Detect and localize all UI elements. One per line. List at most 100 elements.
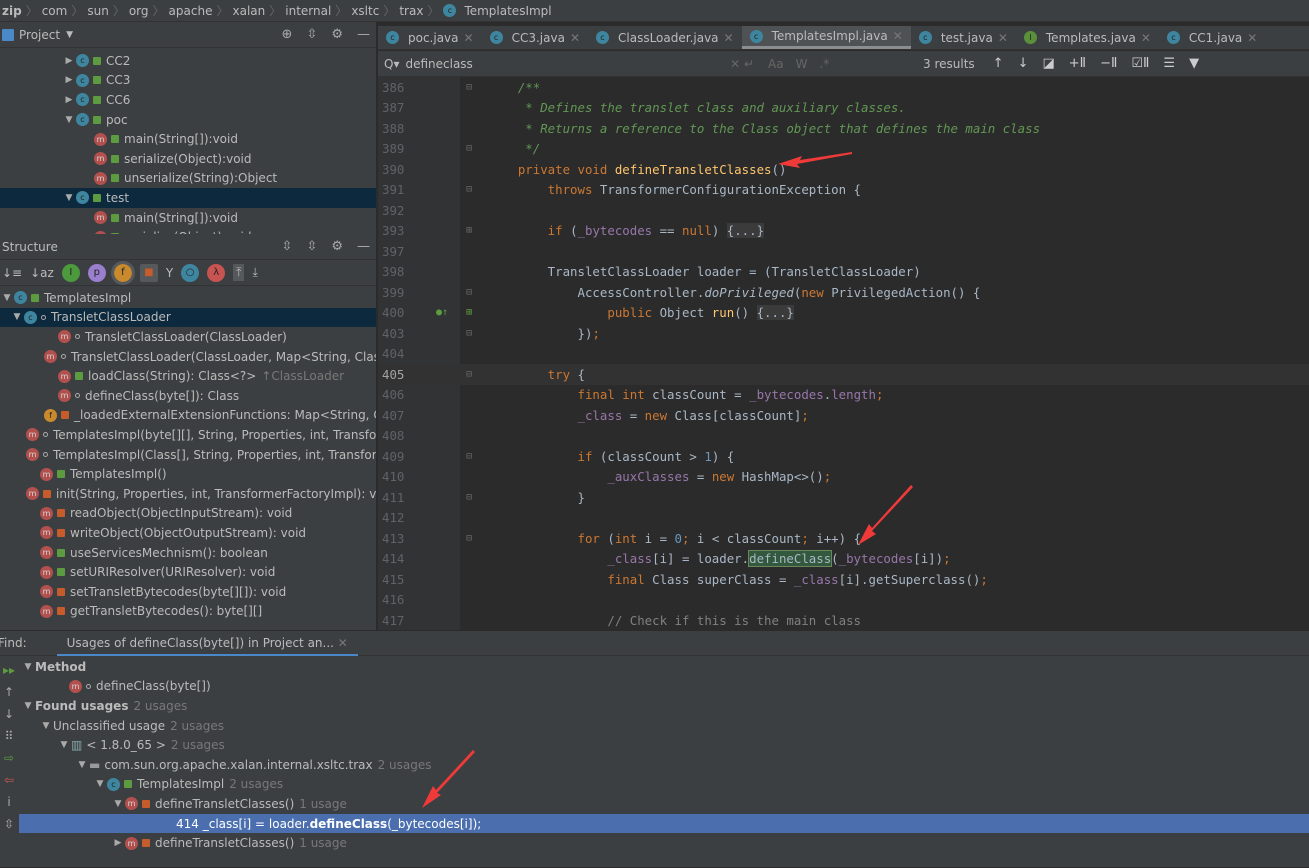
tab-classloader-java[interactable]: c ClassLoader.java ✕ [588, 26, 742, 49]
expand-arrow-icon[interactable]: ▼ [21, 662, 35, 672]
close-icon[interactable]: ✕ [724, 31, 734, 45]
sort-visibility-icon[interactable]: ↓≡ [2, 266, 22, 280]
tab-test-java[interactable]: c test.java ✕ [911, 26, 1016, 49]
tree-item[interactable]: m TemplatesImpl() [0, 464, 376, 484]
expand-icon[interactable]: ⇳ [4, 817, 14, 831]
tree-item[interactable]: m useServicesMechnism(): boolean [0, 543, 376, 563]
tree-item[interactable]: m setURIResolver(URIResolver): void [0, 562, 376, 582]
properties-icon[interactable]: p [87, 263, 106, 282]
find-usages-tab[interactable]: Usages of defineClass(byte[]) in Project… [56, 631, 358, 656]
close-icon[interactable]: ✕ [893, 29, 903, 43]
tree-item[interactable]: ▶ c CC3 [0, 71, 376, 91]
tree-item[interactable]: ▼ m defineTransletClasses() 1 usage [19, 794, 1309, 814]
breadcrumb-item[interactable]: internal [285, 4, 331, 18]
tab-poc-java[interactable]: c poc.java ✕ [378, 26, 482, 49]
tab-templatesimpl-java[interactable]: c TemplatesImpl.java ✕ [741, 26, 911, 49]
tree-item[interactable]: ▼ c TemplatesImpl [0, 288, 376, 308]
breadcrumb-item[interactable]: org [129, 4, 149, 18]
breadcrumb-item[interactable]: zip [2, 4, 22, 18]
tree-item[interactable]: m getTransletBytecodes(): byte[][] [0, 602, 376, 622]
expand-arrow-icon[interactable]: ▼ [10, 312, 24, 322]
match-case-toggle[interactable]: Aa [768, 57, 784, 71]
tree-item[interactable]: m TransletClassLoader(ClassLoader) [0, 327, 376, 347]
tree-item[interactable]: m TransletClassLoader(ClassLoader, Map<St… [0, 347, 376, 367]
words-toggle[interactable]: W [796, 57, 808, 71]
expand-arrow-icon[interactable]: ▼ [0, 293, 14, 303]
code-editor[interactable]: 386 ⊟ /** 387 * Defines the translet clas… [378, 77, 1309, 630]
tree-item[interactable]: ▶ m defineTransletClasses() 1 usage [19, 833, 1309, 853]
minimize-icon[interactable]: — [357, 27, 370, 42]
close-icon[interactable]: ✕ [338, 636, 348, 650]
select-all-occurrences-icon[interactable]: ☑Ⅱ [1131, 56, 1149, 71]
expand-arrow-icon[interactable]: ▼ [111, 799, 125, 809]
lambda-icon[interactable]: λ [207, 263, 226, 282]
group-icon[interactable]: ⠿ [5, 729, 14, 743]
rerun-icon[interactable]: ▸▸ [3, 663, 15, 677]
tree-item[interactable]: ▼ ▬ com.sun.org.apache.xalan.internal.xslt… [19, 755, 1309, 775]
tree-item[interactable]: ▶ c CC2 [0, 51, 376, 71]
collapse-arrow-icon[interactable]: ▶ [111, 838, 125, 848]
non-public-icon[interactable]: ■ [139, 263, 158, 282]
remove-occurrence-icon[interactable]: −Ⅱ [1100, 56, 1117, 71]
tree-item[interactable]: f _loadedExternalExtensionFunctions: Map<… [0, 406, 376, 426]
autoscroll-from-source-icon[interactable]: ⤓ [252, 265, 257, 280]
previous-occurrence-icon[interactable]: ↑ [993, 56, 1004, 71]
breadcrumb-item[interactable]: com [42, 4, 68, 18]
autoscroll-to-source-icon[interactable]: ⤒ [233, 264, 245, 281]
lambdas-icon[interactable]: ○ [181, 263, 200, 282]
next-occurrence-icon[interactable]: ↓ [1018, 56, 1029, 71]
tree-item[interactable]: m setTransletBytecodes(byte[][]): void [0, 582, 376, 602]
close-icon[interactable]: ✕ [1247, 31, 1257, 45]
project-title[interactable]: Project [19, 28, 60, 42]
collapse-arrow-icon[interactable]: ▶ [62, 75, 76, 85]
inherited-icon[interactable]: I [61, 263, 80, 282]
expand-arrow-icon[interactable]: ▼ [62, 193, 76, 203]
collapse-icon[interactable]: ⇳ [306, 27, 317, 42]
expand-arrow-icon[interactable]: ▼ [39, 721, 53, 731]
tree-item[interactable]: m readObject(ObjectInputStream): void [0, 504, 376, 524]
minimize-icon[interactable]: — [357, 239, 370, 254]
tree-item[interactable]: m loadClass(String): Class<?> ↑ClassLoader [0, 366, 376, 386]
tree-item[interactable]: m writeObject(ObjectOutputStream): void [0, 523, 376, 543]
tree-item[interactable]: m defineClass(byte[]) [19, 677, 1309, 697]
tree-item[interactable]: m TemplatesImpl(Class[], String, Properti… [0, 445, 376, 465]
gear-icon[interactable]: ⚙ [331, 27, 343, 42]
close-icon[interactable]: ✕ [464, 31, 474, 45]
tree-item[interactable]: ▼ c poc [0, 110, 376, 130]
anonymous-icon[interactable]: Y [166, 266, 173, 280]
tree-item[interactable]: m init(String, Properties, int, Transform… [0, 484, 376, 504]
expand-all-icon[interactable]: ⇳ [282, 239, 293, 254]
breadcrumb-item[interactable]: xsltc [351, 4, 379, 18]
tree-item[interactable]: m defineClass(byte[]): Class [0, 386, 376, 406]
breadcrumb-item[interactable]: apache [169, 4, 213, 18]
search-input[interactable]: defineclass [405, 57, 472, 71]
tab-templates-java[interactable]: I Templates.java ✕ [1016, 26, 1159, 49]
navigate-icon[interactable]: ⇨ [4, 751, 14, 765]
expand-arrow-icon[interactable]: ▼ [21, 701, 35, 711]
fields-icon[interactable]: f [110, 260, 135, 285]
info-icon[interactable]: i [7, 795, 10, 809]
close-icon[interactable]: ✕ [1141, 31, 1151, 45]
breadcrumb-item[interactable]: trax [399, 4, 423, 18]
close-icon[interactable]: ✕ [570, 31, 580, 45]
locate-icon[interactable]: ⊕ [282, 27, 293, 42]
multiline-icon[interactable]: ☰ [1163, 56, 1175, 71]
filter-icon[interactable]: ▼ [1189, 56, 1199, 71]
tree-item[interactable]: m TemplatesImpl(byte[][], String, Propert… [0, 425, 376, 445]
expand-arrow-icon[interactable]: ▼ [57, 740, 71, 750]
tree-item[interactable]: 414 _class[i] = loader. defineClass (_byte… [19, 813, 1309, 834]
tree-item[interactable]: ▼ ▥ < 1.8.0_65 > 2 usages [19, 735, 1309, 755]
tree-item[interactable]: ▼ c test [0, 188, 376, 208]
gear-icon[interactable]: ⚙ [331, 239, 343, 254]
folded-code[interactable]: {...} [726, 223, 765, 239]
add-occurrence-icon[interactable]: +Ⅱ [1069, 56, 1086, 71]
breadcrumb-item[interactable]: sun [87, 4, 108, 18]
sort-alpha-icon[interactable]: ↓az [30, 266, 54, 280]
tree-item[interactable]: ▼ c TemplatesImpl 2 usages [19, 775, 1309, 795]
tree-item[interactable]: ▼ Unclassified usage 2 usages [19, 716, 1309, 736]
tree-item[interactable]: ▶ c CC6 [0, 90, 376, 110]
tab-cc3-java[interactable]: c CC3.java ✕ [482, 26, 588, 49]
tree-item[interactable]: m unserialize(String):Object [0, 169, 376, 189]
breadcrumb-item[interactable]: TemplatesImpl [464, 4, 551, 18]
regex-toggle[interactable]: .* [819, 57, 829, 71]
